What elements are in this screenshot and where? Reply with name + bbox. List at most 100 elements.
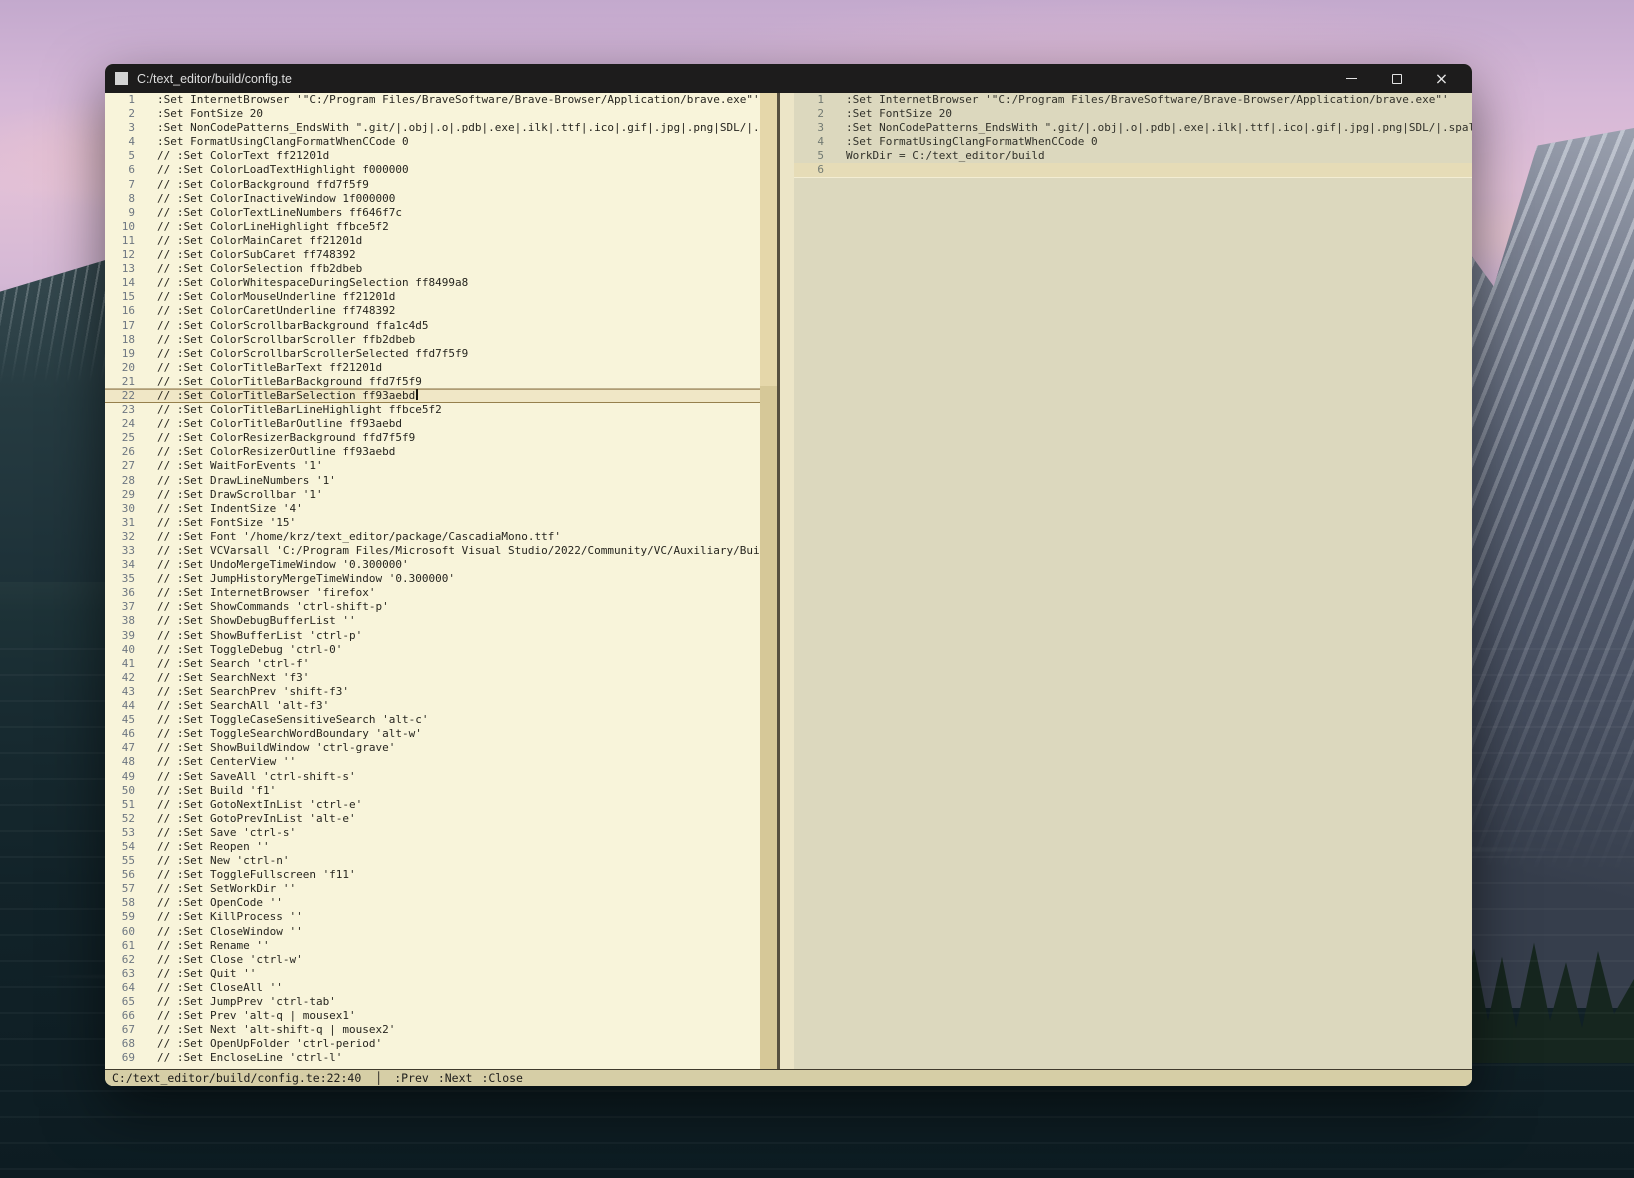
code-line[interactable]: 39// :Set ShowBufferList 'ctrl-p': [105, 629, 760, 643]
code-line[interactable]: 59// :Set KillProcess '': [105, 910, 760, 924]
code-line[interactable]: 60// :Set CloseWindow '': [105, 925, 760, 939]
code-line[interactable]: 63// :Set Quit '': [105, 967, 760, 981]
code-line[interactable]: 6// :Set ColorLoadTextHighlight f000000: [105, 163, 760, 177]
line-number: 7: [105, 178, 135, 192]
code-line[interactable]: 26// :Set ColorResizerOutline ff93aebd: [105, 445, 760, 459]
code-line[interactable]: 4:Set FormatUsingClangFormatWhenCCode 0: [105, 135, 760, 149]
code-line[interactable]: 42// :Set SearchNext 'f3': [105, 671, 760, 685]
code-line[interactable]: 62// :Set Close 'ctrl-w': [105, 953, 760, 967]
line-number: 68: [105, 1037, 135, 1051]
code-line[interactable]: 56// :Set ToggleFullscreen 'f11': [105, 868, 760, 882]
code-line[interactable]: 43// :Set SearchPrev 'shift-f3': [105, 685, 760, 699]
code-line[interactable]: 20// :Set ColorTitleBarText ff21201d: [105, 361, 760, 375]
code-line[interactable]: 5WorkDir = C:/text_editor/build: [794, 149, 1472, 163]
right-editor-pane[interactable]: 1:Set InternetBrowser '"C:/Program Files…: [794, 93, 1472, 1069]
line-text: // :Set SearchAll 'alt-f3': [135, 699, 329, 713]
code-line[interactable]: 64// :Set CloseAll '': [105, 981, 760, 995]
left-pane-scrollbar[interactable]: [760, 93, 777, 1069]
code-line[interactable]: 61// :Set Rename '': [105, 939, 760, 953]
code-line[interactable]: 55// :Set New 'ctrl-n': [105, 854, 760, 868]
code-line[interactable]: 2:Set FontSize 20: [105, 107, 760, 121]
code-line[interactable]: 47// :Set ShowBuildWindow 'ctrl-grave': [105, 741, 760, 755]
code-line[interactable]: 29// :Set DrawScrollbar '1': [105, 488, 760, 502]
code-line[interactable]: 4:Set FormatUsingClangFormatWhenCCode 0: [794, 135, 1472, 149]
code-line[interactable]: 46// :Set ToggleSearchWordBoundary 'alt-…: [105, 727, 760, 741]
code-line[interactable]: 6: [794, 163, 1472, 177]
code-line[interactable]: 67// :Set Next 'alt-shift-q | mousex2': [105, 1023, 760, 1037]
code-line[interactable]: 48// :Set CenterView '': [105, 755, 760, 769]
code-line[interactable]: 54// :Set Reopen '': [105, 840, 760, 854]
code-line[interactable]: 30// :Set IndentSize '4': [105, 502, 760, 516]
code-line[interactable]: 8// :Set ColorInactiveWindow 1f000000: [105, 192, 760, 206]
code-line[interactable]: 33// :Set VCVarsall 'C:/Program Files/Mi…: [105, 544, 760, 558]
line-number: 64: [105, 981, 135, 995]
status-command-next[interactable]: :Next: [438, 1071, 473, 1085]
code-line[interactable]: 9// :Set ColorTextLineNumbers ff646f7c: [105, 206, 760, 220]
code-line[interactable]: 21// :Set ColorTitleBarBackground ffd7f5…: [105, 375, 760, 389]
status-command-prev[interactable]: :Prev: [394, 1071, 429, 1085]
code-line[interactable]: 15// :Set ColorMouseUnderline ff21201d: [105, 290, 760, 304]
code-line[interactable]: 44// :Set SearchAll 'alt-f3': [105, 699, 760, 713]
code-line[interactable]: 52// :Set GotoPrevInList 'alt-e': [105, 812, 760, 826]
code-line[interactable]: 37// :Set ShowCommands 'ctrl-shift-p': [105, 600, 760, 614]
code-line[interactable]: 31// :Set FontSize '15': [105, 516, 760, 530]
code-line[interactable]: 19// :Set ColorScrollbarScrollerSelected…: [105, 347, 760, 361]
code-line[interactable]: 22// :Set ColorTitleBarSelection ff93aeb…: [105, 389, 760, 403]
line-text: // :Set Font '/home/krz/text_editor/pack…: [135, 530, 561, 544]
code-line[interactable]: 7// :Set ColorBackground ffd7f5f9: [105, 178, 760, 192]
code-line[interactable]: 51// :Set GotoNextInList 'ctrl-e': [105, 798, 760, 812]
code-line[interactable]: 10// :Set ColorLineHighlight ffbce5f2: [105, 220, 760, 234]
code-line[interactable]: 16// :Set ColorCaretUnderline ff748392: [105, 304, 760, 318]
code-line[interactable]: 36// :Set InternetBrowser 'firefox': [105, 586, 760, 600]
code-line[interactable]: 69// :Set EncloseLine 'ctrl-l': [105, 1051, 760, 1065]
code-line[interactable]: 18// :Set ColorScrollbarScroller ffb2dbe…: [105, 333, 760, 347]
code-line[interactable]: 65// :Set JumpPrev 'ctrl-tab': [105, 995, 760, 1009]
line-text: // :Set GotoNextInList 'ctrl-e': [135, 798, 362, 812]
code-line[interactable]: 3:Set NonCodePatterns_EndsWith ".git/|.o…: [105, 121, 760, 135]
code-line[interactable]: 68// :Set OpenUpFolder 'ctrl-period': [105, 1037, 760, 1051]
code-line[interactable]: 23// :Set ColorTitleBarLineHighlight ffb…: [105, 403, 760, 417]
line-text: // :Set Reopen '': [135, 840, 270, 854]
code-line[interactable]: 14// :Set ColorWhitespaceDuringSelection…: [105, 276, 760, 290]
code-line[interactable]: 28// :Set DrawLineNumbers '1': [105, 474, 760, 488]
code-line[interactable]: 24// :Set ColorTitleBarOutline ff93aebd: [105, 417, 760, 431]
code-line[interactable]: 66// :Set Prev 'alt-q | mousex1': [105, 1009, 760, 1023]
code-line[interactable]: 34// :Set UndoMergeTimeWindow '0.300000': [105, 558, 760, 572]
code-line[interactable]: 45// :Set ToggleCaseSensitiveSearch 'alt…: [105, 713, 760, 727]
code-line[interactable]: 11// :Set ColorMainCaret ff21201d: [105, 234, 760, 248]
code-line[interactable]: 49// :Set SaveAll 'ctrl-shift-s': [105, 770, 760, 784]
code-line[interactable]: 58// :Set OpenCode '': [105, 896, 760, 910]
code-line[interactable]: 41// :Set Search 'ctrl-f': [105, 657, 760, 671]
close-button[interactable]: ×: [1419, 64, 1464, 93]
left-editor-pane[interactable]: 1:Set InternetBrowser '"C:/Program Files…: [105, 93, 760, 1069]
code-line[interactable]: 50// :Set Build 'f1': [105, 784, 760, 798]
code-line[interactable]: 1:Set InternetBrowser '"C:/Program Files…: [794, 93, 1472, 107]
code-line[interactable]: 17// :Set ColorScrollbarBackground ffa1c…: [105, 319, 760, 333]
code-line[interactable]: 35// :Set JumpHistoryMergeTimeWindow '0.…: [105, 572, 760, 586]
code-line[interactable]: 57// :Set SetWorkDir '': [105, 882, 760, 896]
code-line[interactable]: 12// :Set ColorSubCaret ff748392: [105, 248, 760, 262]
code-line[interactable]: 2:Set FontSize 20: [794, 107, 1472, 121]
code-line[interactable]: 25// :Set ColorResizerBackground ffd7f5f…: [105, 431, 760, 445]
maximize-button[interactable]: [1374, 64, 1419, 93]
scrollbar-thumb[interactable]: [760, 93, 777, 386]
code-line[interactable]: 53// :Set Save 'ctrl-s': [105, 826, 760, 840]
right-pane-scrollbar[interactable]: [780, 93, 794, 1069]
minimize-button[interactable]: [1329, 64, 1374, 93]
line-number: 55: [105, 854, 135, 868]
code-line[interactable]: 40// :Set ToggleDebug 'ctrl-0': [105, 643, 760, 657]
code-line[interactable]: 27// :Set WaitForEvents '1': [105, 459, 760, 473]
line-text: // :Set ToggleDebug 'ctrl-0': [135, 643, 342, 657]
code-line[interactable]: 32// :Set Font '/home/krz/text_editor/pa…: [105, 530, 760, 544]
line-text: // :Set ColorScrollbarBackground ffa1c4d…: [135, 319, 429, 333]
status-command-close[interactable]: :Close: [481, 1071, 523, 1085]
code-line[interactable]: 3:Set NonCodePatterns_EndsWith ".git/|.o…: [794, 121, 1472, 135]
line-number: 39: [105, 629, 135, 643]
line-text: // :Set ShowBuildWindow 'ctrl-grave': [135, 741, 395, 755]
title-bar[interactable]: C:/text_editor/build/config.te ×: [105, 64, 1472, 93]
code-line[interactable]: 38// :Set ShowDebugBufferList '': [105, 614, 760, 628]
line-text: // :Set CloseAll '': [135, 981, 283, 995]
code-line[interactable]: 5// :Set ColorText ff21201d: [105, 149, 760, 163]
code-line[interactable]: 1:Set InternetBrowser '"C:/Program Files…: [105, 93, 760, 107]
code-line[interactable]: 13// :Set ColorSelection ffb2dbeb: [105, 262, 760, 276]
